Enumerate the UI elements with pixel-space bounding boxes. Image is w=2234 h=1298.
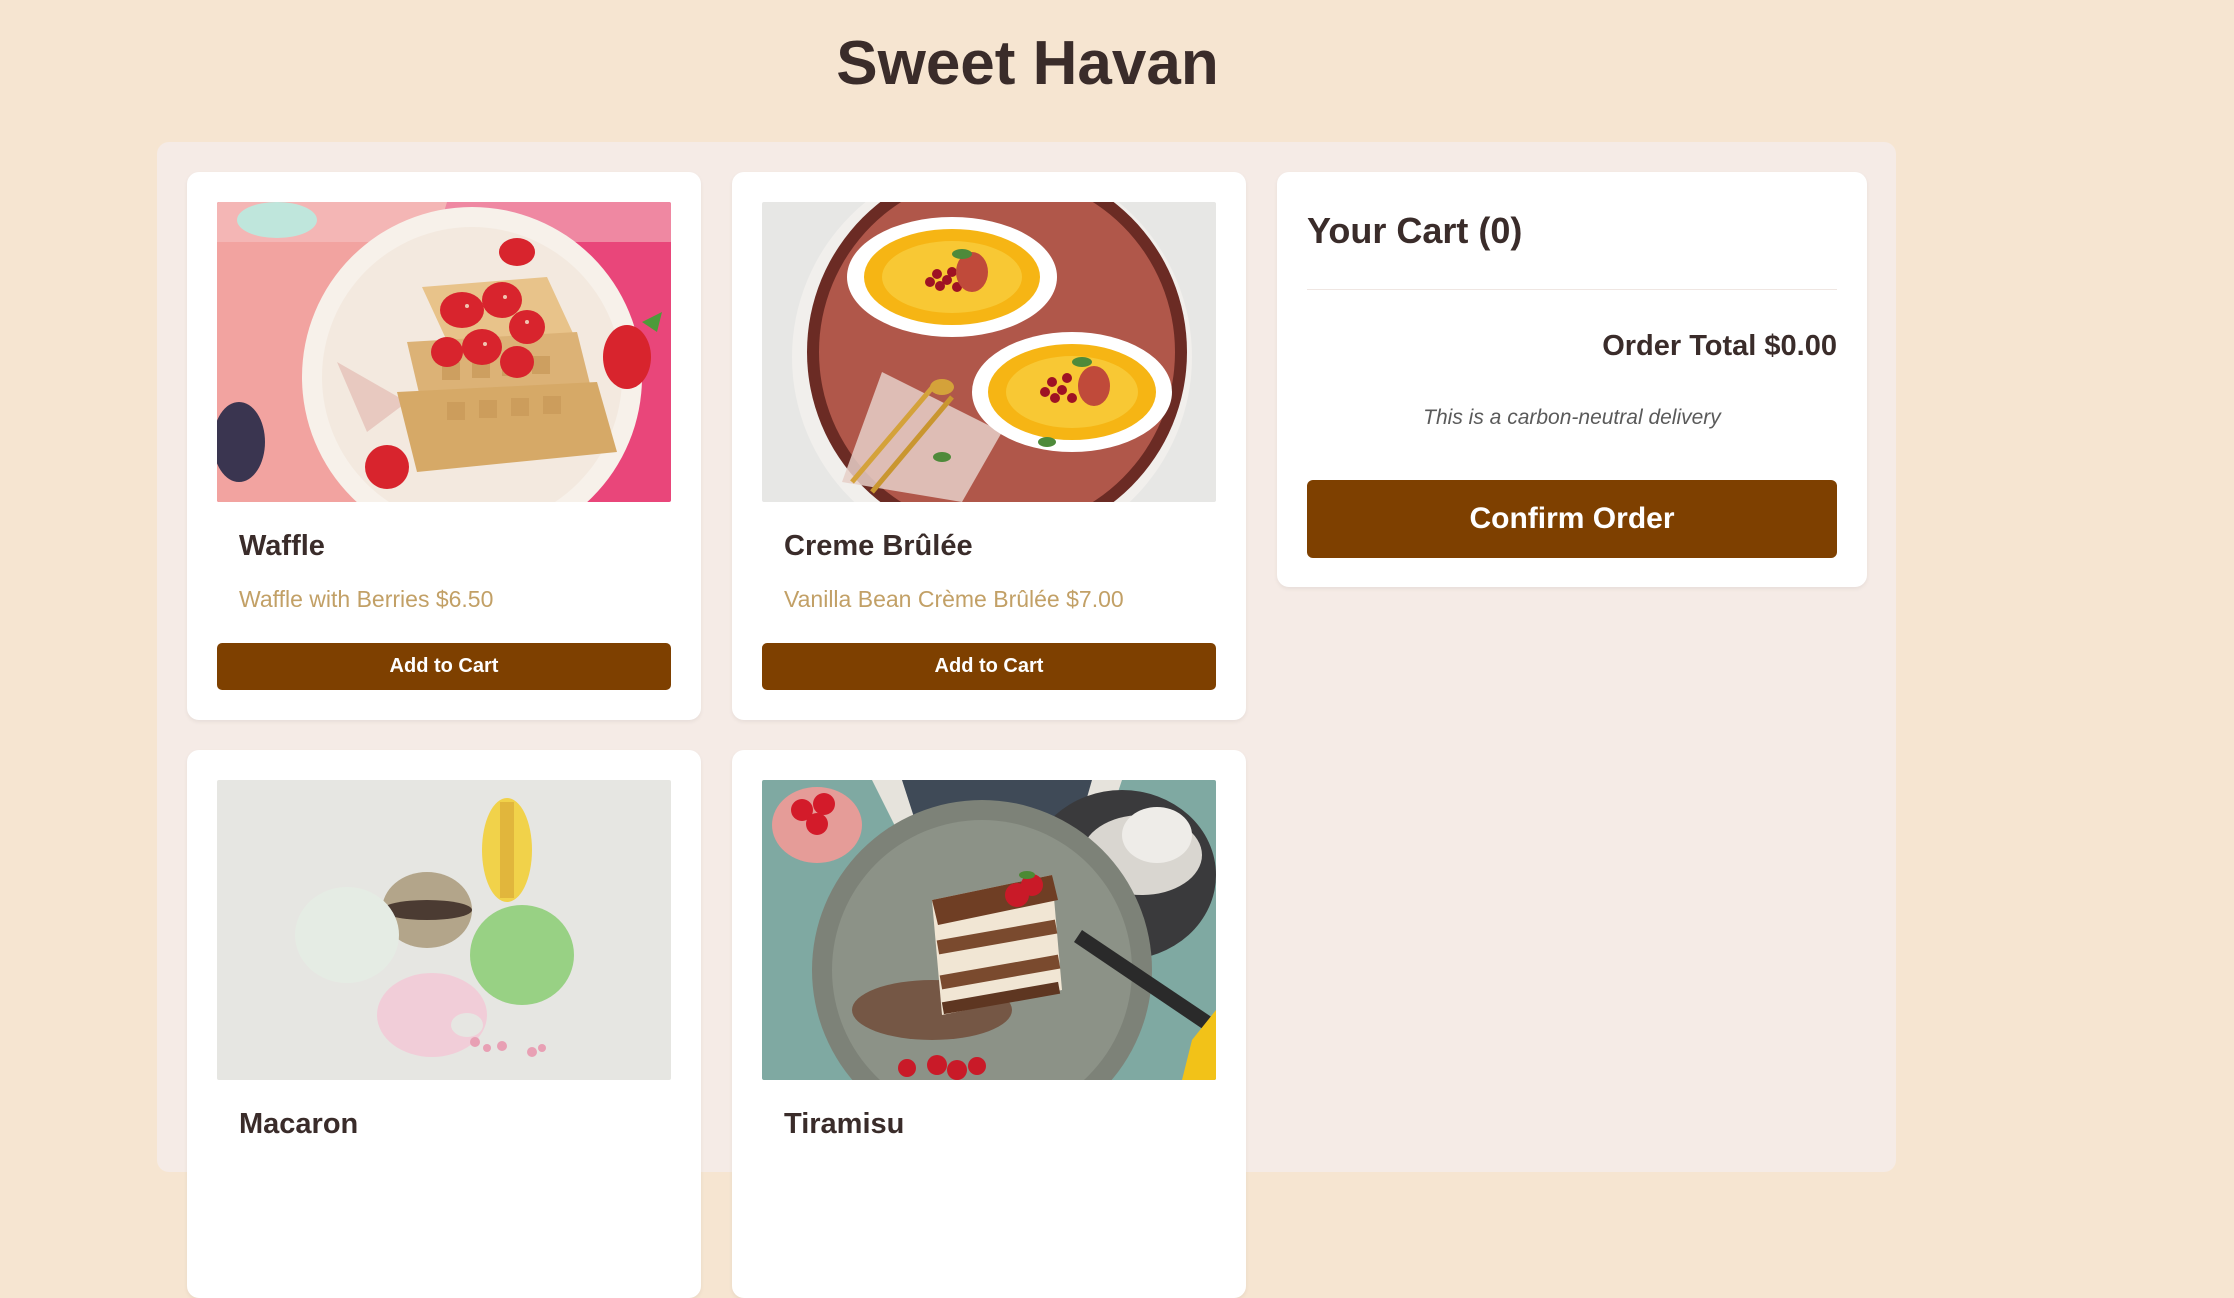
- creme-brulee-image: [762, 202, 1216, 502]
- product-card-waffle: Waffle Waffle with Berries $6.50 Add to …: [187, 172, 701, 720]
- add-to-cart-button-creme-brulee[interactable]: Add to Cart: [762, 643, 1216, 690]
- product-name: Macaron: [239, 1108, 359, 1140]
- cart-panel: Your Cart (0) Order Total $0.00 This is …: [1277, 172, 1867, 587]
- add-to-cart-button-waffle[interactable]: Add to Cart: [217, 643, 671, 690]
- product-description: Vanilla Bean Crème Brûlée $7.00: [784, 586, 1124, 612]
- macaron-image: [217, 780, 671, 1080]
- carbon-neutral-note: This is a carbon-neutral delivery: [1423, 406, 1721, 429]
- cart-divider: [1307, 289, 1837, 290]
- product-name: Waffle: [239, 530, 325, 562]
- product-card-macaron: Macaron: [187, 750, 701, 1298]
- main-panel: Waffle Waffle with Berries $6.50 Add to …: [157, 142, 1896, 1298]
- product-card-tiramisu: Tiramisu: [732, 750, 1246, 1298]
- order-total: Order Total $0.00: [1602, 330, 1837, 362]
- confirm-order-button[interactable]: Confirm Order: [1307, 480, 1837, 558]
- page-title: Sweet Havan: [836, 29, 1219, 98]
- product-card-creme-brulee: Creme Brûlée Vanilla Bean Crème Brûlée $…: [732, 172, 1246, 720]
- product-description: Waffle with Berries $6.50: [239, 586, 494, 612]
- tiramisu-image: [762, 780, 1216, 1080]
- product-name: Creme Brûlée: [784, 530, 973, 562]
- product-name: Tiramisu: [784, 1108, 905, 1140]
- cart-title: Your Cart (0): [1307, 210, 1523, 251]
- waffle-image: [217, 202, 671, 502]
